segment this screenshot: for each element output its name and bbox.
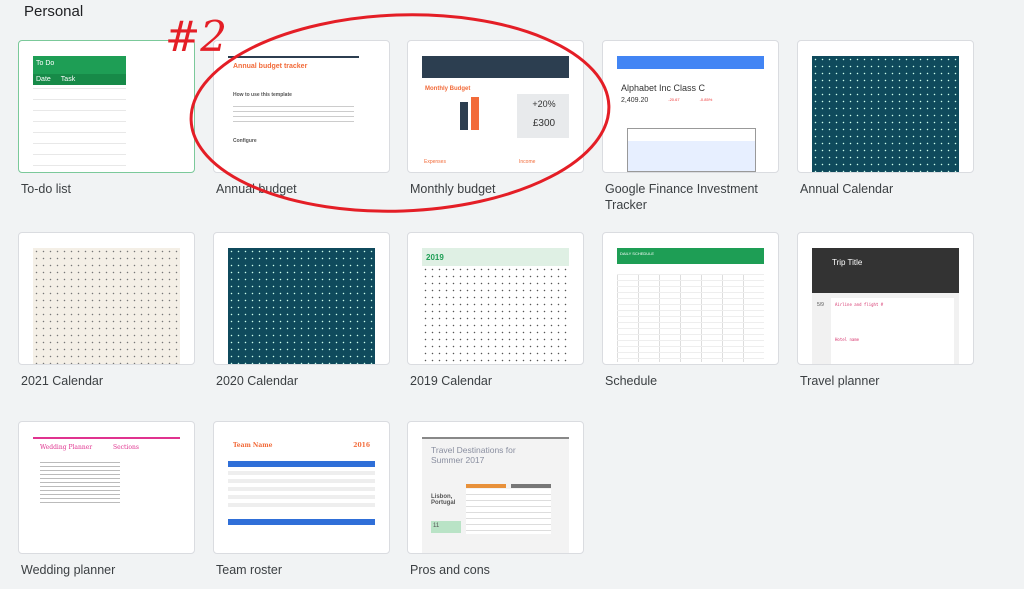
- thumb-title: Monthly Budget: [425, 86, 471, 92]
- thumb-amount: £300: [532, 118, 556, 129]
- template-card-wedding-planner[interactable]: Wedding Planner Sections: [18, 421, 195, 554]
- template-label[interactable]: 2020 Calendar: [216, 373, 396, 389]
- template-label[interactable]: To-do list: [21, 181, 201, 197]
- thumb-title: Annual budget tracker: [233, 63, 308, 70]
- thumb-title: Travel Destinations for Summer 2017: [431, 445, 516, 465]
- thumb-label: Expenses: [424, 159, 446, 165]
- thumb-subtitle: How to use this template: [233, 92, 292, 98]
- template-label[interactable]: Team roster: [216, 562, 396, 578]
- thumb-item: Hotel name: [835, 337, 860, 342]
- thumb-title: To Do: [33, 56, 126, 74]
- template-card-schedule[interactable]: DAILY SCHEDULE: [602, 232, 779, 365]
- thumb-score: 11: [431, 521, 461, 533]
- thumb-title: Team Name: [233, 442, 273, 449]
- thumb-percent: +20%: [532, 99, 556, 109]
- template-card-2019-calendar[interactable]: 2019: [407, 232, 584, 365]
- thumb-year: 2016: [353, 442, 370, 449]
- template-label[interactable]: Annual budget: [216, 181, 396, 197]
- template-card-travel-planner[interactable]: Trip Title 5/9 Airline and flight # Hote…: [797, 232, 974, 365]
- thumb-title: 2019: [422, 248, 569, 266]
- column-header-date: Date: [36, 76, 51, 83]
- thumb-sections: Sections: [113, 444, 139, 451]
- thumb-title: DAILY SCHEDULE: [617, 248, 764, 264]
- template-label[interactable]: Pros and cons: [410, 562, 590, 578]
- template-card-2020-calendar[interactable]: [213, 232, 390, 365]
- template-card-annual-budget[interactable]: Annual budget tracker How to use this te…: [213, 40, 390, 173]
- thumb-pct: -0.85%: [699, 97, 713, 102]
- column-header-task: Task: [60, 76, 76, 83]
- template-card-monthly-budget[interactable]: Monthly Budget +20% £300 Expenses Income: [407, 40, 584, 173]
- thumb-subtitle: Configure: [233, 138, 257, 144]
- template-label[interactable]: 2019 Calendar: [410, 373, 590, 389]
- template-label[interactable]: Travel planner: [800, 373, 980, 389]
- thumb-title: Trip Title: [812, 248, 959, 293]
- template-label[interactable]: Schedule: [605, 373, 785, 389]
- thumb-item: Airline and flight #: [835, 302, 884, 307]
- thumb-place: Lisbon, Portugal: [431, 494, 456, 506]
- thumb-title: Alphabet Inc Class C: [621, 83, 706, 93]
- template-label[interactable]: Wedding planner: [21, 562, 201, 578]
- template-card-annual-calendar[interactable]: [797, 40, 974, 173]
- section-title: Personal: [24, 3, 84, 20]
- template-card-finance-tracker[interactable]: Alphabet Inc Class C 2,409.20 -20.67 -0.85…: [602, 40, 779, 173]
- template-label[interactable]: Google Finance Investment Tracker: [605, 181, 785, 213]
- thumb-price: 2,409.20: [621, 97, 649, 104]
- thumb-date: 5/9: [817, 302, 824, 308]
- template-card-2021-calendar[interactable]: [18, 232, 195, 365]
- template-card-pros-and-cons[interactable]: Travel Destinations for Summer 2017 Lisb…: [407, 421, 584, 554]
- annotation-label: #2: [165, 12, 227, 61]
- thumb-change: -20.67: [668, 97, 680, 102]
- template-label[interactable]: Monthly budget: [410, 181, 590, 197]
- thumb-title: Wedding Planner: [40, 444, 93, 451]
- template-label[interactable]: 2021 Calendar: [21, 373, 201, 389]
- template-label[interactable]: Annual Calendar: [800, 181, 980, 197]
- thumb-header-row: Date Task: [33, 74, 126, 85]
- template-card-team-roster[interactable]: Team Name 2016: [213, 421, 390, 554]
- thumb-label: Income: [519, 159, 536, 165]
